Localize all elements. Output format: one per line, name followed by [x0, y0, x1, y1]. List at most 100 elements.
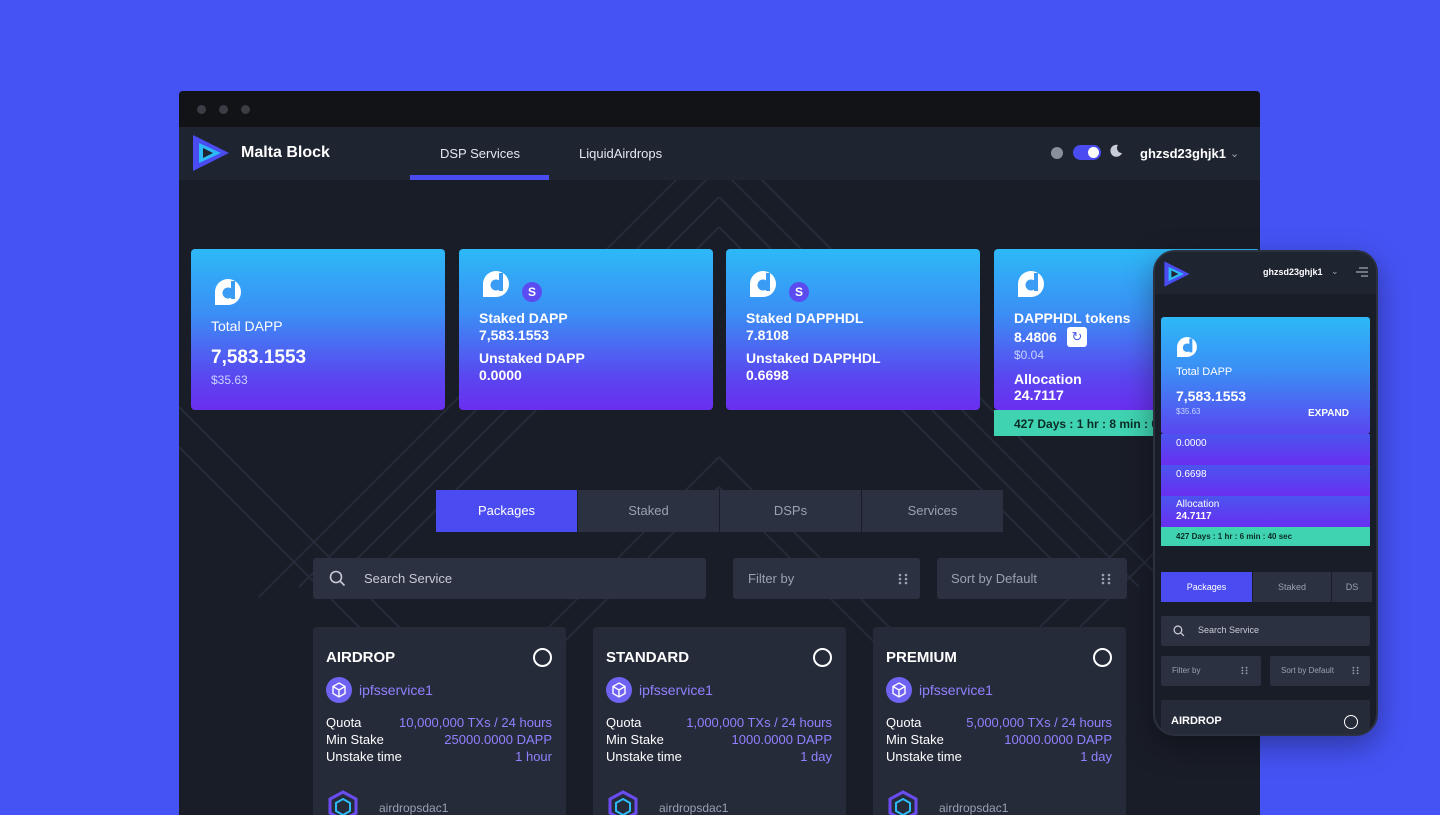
quota-label: Quota — [886, 715, 922, 730]
package-card-standard[interactable]: STANDARD ipfsservice1 Quota 1,000,000 TX… — [593, 627, 846, 815]
tab-dsps[interactable]: DSPs — [720, 490, 861, 532]
mobile-allocation-strip: Allocation 24.7117 — [1161, 496, 1370, 527]
menu-icon[interactable] — [1356, 267, 1368, 277]
expand-button[interactable]: EXPAND — [1308, 408, 1349, 419]
brand-name[interactable]: Malta Block — [241, 144, 330, 162]
window-close-dot[interactable] — [197, 105, 206, 114]
tab-packages[interactable]: Packages — [436, 490, 577, 532]
mobile-stack-strip: 0.6698 — [1161, 465, 1370, 496]
sort-select[interactable]: Sort by Default — [937, 558, 1127, 599]
mobile-app-frame: ghzsd23ghjk1 ⌄ Total DAPP 7,583.1553 $35… — [1153, 250, 1378, 736]
window-titlebar — [179, 91, 1260, 127]
staked-dapphdl-value: 7.8108 — [746, 327, 789, 343]
active-nav-underline — [410, 175, 549, 180]
malta-block-logo-icon[interactable] — [1163, 260, 1191, 288]
mobile-strip-value: 0.6698 — [1176, 469, 1207, 480]
search-input[interactable]: Search Service — [313, 558, 706, 599]
mobile-package-card-airdrop[interactable]: AIRDROP — [1161, 700, 1370, 734]
staked-dapp-value: 7,583.1553 — [479, 327, 550, 343]
package-owner[interactable]: airdropsdac1 — [939, 801, 1008, 815]
mobile-tab-dsps[interactable]: DS — [1332, 572, 1372, 602]
dapphdl-tokens-label: DAPPHDL tokens — [1014, 310, 1131, 326]
grip-icon — [1101, 573, 1111, 585]
staked-s-badge-icon: S — [522, 282, 542, 302]
window-minimize-dot[interactable] — [219, 105, 228, 114]
package-owner[interactable]: airdropsdac1 — [659, 801, 728, 815]
mobile-tab-staked[interactable]: Staked — [1253, 572, 1331, 602]
unstaked-dapp-value: 0.0000 — [479, 367, 522, 383]
staked-dapp-card: S Staked DAPP 7,583.1553 Unstaked DAPP 0… — [459, 249, 713, 410]
total-dapp-usd: $35.63 — [211, 373, 248, 387]
card-title: Total DAPP — [211, 318, 283, 334]
package-card-airdrop[interactable]: AIRDROP ipfsservice1 Quota 10,000,000 TX… — [313, 627, 566, 815]
mobile-allocation-timer: 427 Days : 1 hr : 6 min : 40 sec — [1161, 527, 1370, 546]
mobile-sort-placeholder: Sort by Default — [1281, 666, 1334, 675]
grip-icon — [1241, 666, 1248, 675]
mobile-navbar: ghzsd23ghjk1 ⌄ — [1155, 252, 1376, 294]
tab-services[interactable]: Services — [862, 490, 1003, 532]
mobile-total-usd: $35.63 — [1176, 407, 1201, 416]
user-account-name[interactable]: ghzsd23ghjk1 — [1140, 146, 1226, 161]
dapp-token-icon — [1018, 271, 1044, 297]
total-dapp-card: Total DAPP 7,583.1553 $35.63 — [191, 249, 445, 410]
allocation-value: 24.7117 — [1014, 387, 1064, 403]
tab-staked[interactable]: Staked — [578, 490, 719, 532]
dsp-avatar-icon — [328, 790, 358, 815]
unstaked-dapp-label: Unstaked DAPP — [479, 350, 585, 366]
package-owner[interactable]: airdropsdac1 — [379, 801, 448, 815]
mobile-user-name[interactable]: ghzsd23ghjk1 — [1263, 267, 1323, 277]
quota-label: Quota — [606, 715, 642, 730]
unstake-time-value: 1 day — [800, 749, 832, 764]
nav-dsp-services[interactable]: DSP Services — [440, 146, 520, 161]
refresh-icon[interactable]: ↻ — [1067, 327, 1087, 347]
quota-label: Quota — [326, 715, 362, 730]
unstake-time-label: Unstake time — [886, 749, 962, 764]
filter-select[interactable]: Filter by — [733, 558, 920, 599]
package-service-link[interactable]: ipfsservice1 — [639, 682, 713, 698]
package-title: PREMIUM — [886, 649, 957, 666]
mobile-sort-select[interactable]: Sort by Default — [1270, 656, 1370, 686]
package-service-link[interactable]: ipfsservice1 — [919, 682, 993, 698]
min-stake-label: Min Stake — [606, 732, 664, 747]
staked-s-badge-icon: S — [789, 282, 809, 302]
package-select-radio[interactable] — [533, 648, 552, 667]
unstake-time-label: Unstake time — [606, 749, 682, 764]
nav-liquid-airdrops[interactable]: LiquidAirdrops — [579, 146, 662, 161]
mobile-total-dapp-card: Total DAPP 7,583.1553 $35.63 EXPAND — [1161, 317, 1370, 434]
dsp-avatar-icon — [608, 790, 638, 815]
package-card-premium[interactable]: PREMIUM ipfsservice1 Quota 5,000,000 TXs… — [873, 627, 1126, 815]
min-stake-label: Min Stake — [326, 732, 384, 747]
allocation-label: Allocation — [1014, 371, 1082, 387]
dapp-token-icon — [215, 279, 241, 305]
package-title: STANDARD — [606, 649, 690, 666]
quota-value: 1,000,000 TXs / 24 hours — [686, 715, 832, 730]
mobile-tab-packages[interactable]: Packages — [1161, 572, 1252, 602]
grip-icon — [1352, 666, 1359, 675]
staked-dapphdl-card: S Staked DAPPHDL 7.8108 Unstaked DAPPHDL… — [726, 249, 980, 410]
min-stake-value: 25000.0000 DAPP — [444, 732, 552, 747]
cube-icon — [326, 677, 352, 703]
theme-toggle[interactable] — [1073, 145, 1101, 160]
search-placeholder: Search Service — [364, 571, 453, 586]
mobile-filter-select[interactable]: Filter by — [1161, 656, 1261, 686]
chevron-down-icon[interactable]: ⌄ — [1230, 147, 1239, 160]
search-icon — [329, 570, 346, 587]
sun-icon — [1051, 147, 1063, 159]
moon-icon — [1110, 144, 1122, 157]
package-select-radio[interactable] — [813, 648, 832, 667]
total-dapp-value: 7,583.1553 — [211, 347, 307, 368]
package-select-radio[interactable] — [1093, 648, 1112, 667]
mobile-package-title: AIRDROP — [1171, 715, 1222, 727]
window-maximize-dot[interactable] — [241, 105, 250, 114]
mobile-package-radio[interactable] — [1344, 715, 1358, 729]
malta-block-logo-icon[interactable] — [191, 133, 231, 173]
mobile-search-placeholder: Search Service — [1198, 625, 1260, 635]
unstake-time-value: 1 hour — [515, 749, 552, 764]
min-stake-value: 10000.0000 DAPP — [1004, 732, 1112, 747]
top-navbar: Malta Block DSP Services LiquidAirdrops … — [179, 127, 1260, 180]
package-service-link[interactable]: ipfsservice1 — [359, 682, 433, 698]
mobile-search-input[interactable]: Search Service — [1161, 616, 1370, 646]
filter-placeholder: Filter by — [748, 571, 795, 586]
chevron-down-icon[interactable]: ⌄ — [1331, 266, 1339, 277]
desktop-app-window: Malta Block DSP Services LiquidAirdrops … — [179, 91, 1260, 815]
